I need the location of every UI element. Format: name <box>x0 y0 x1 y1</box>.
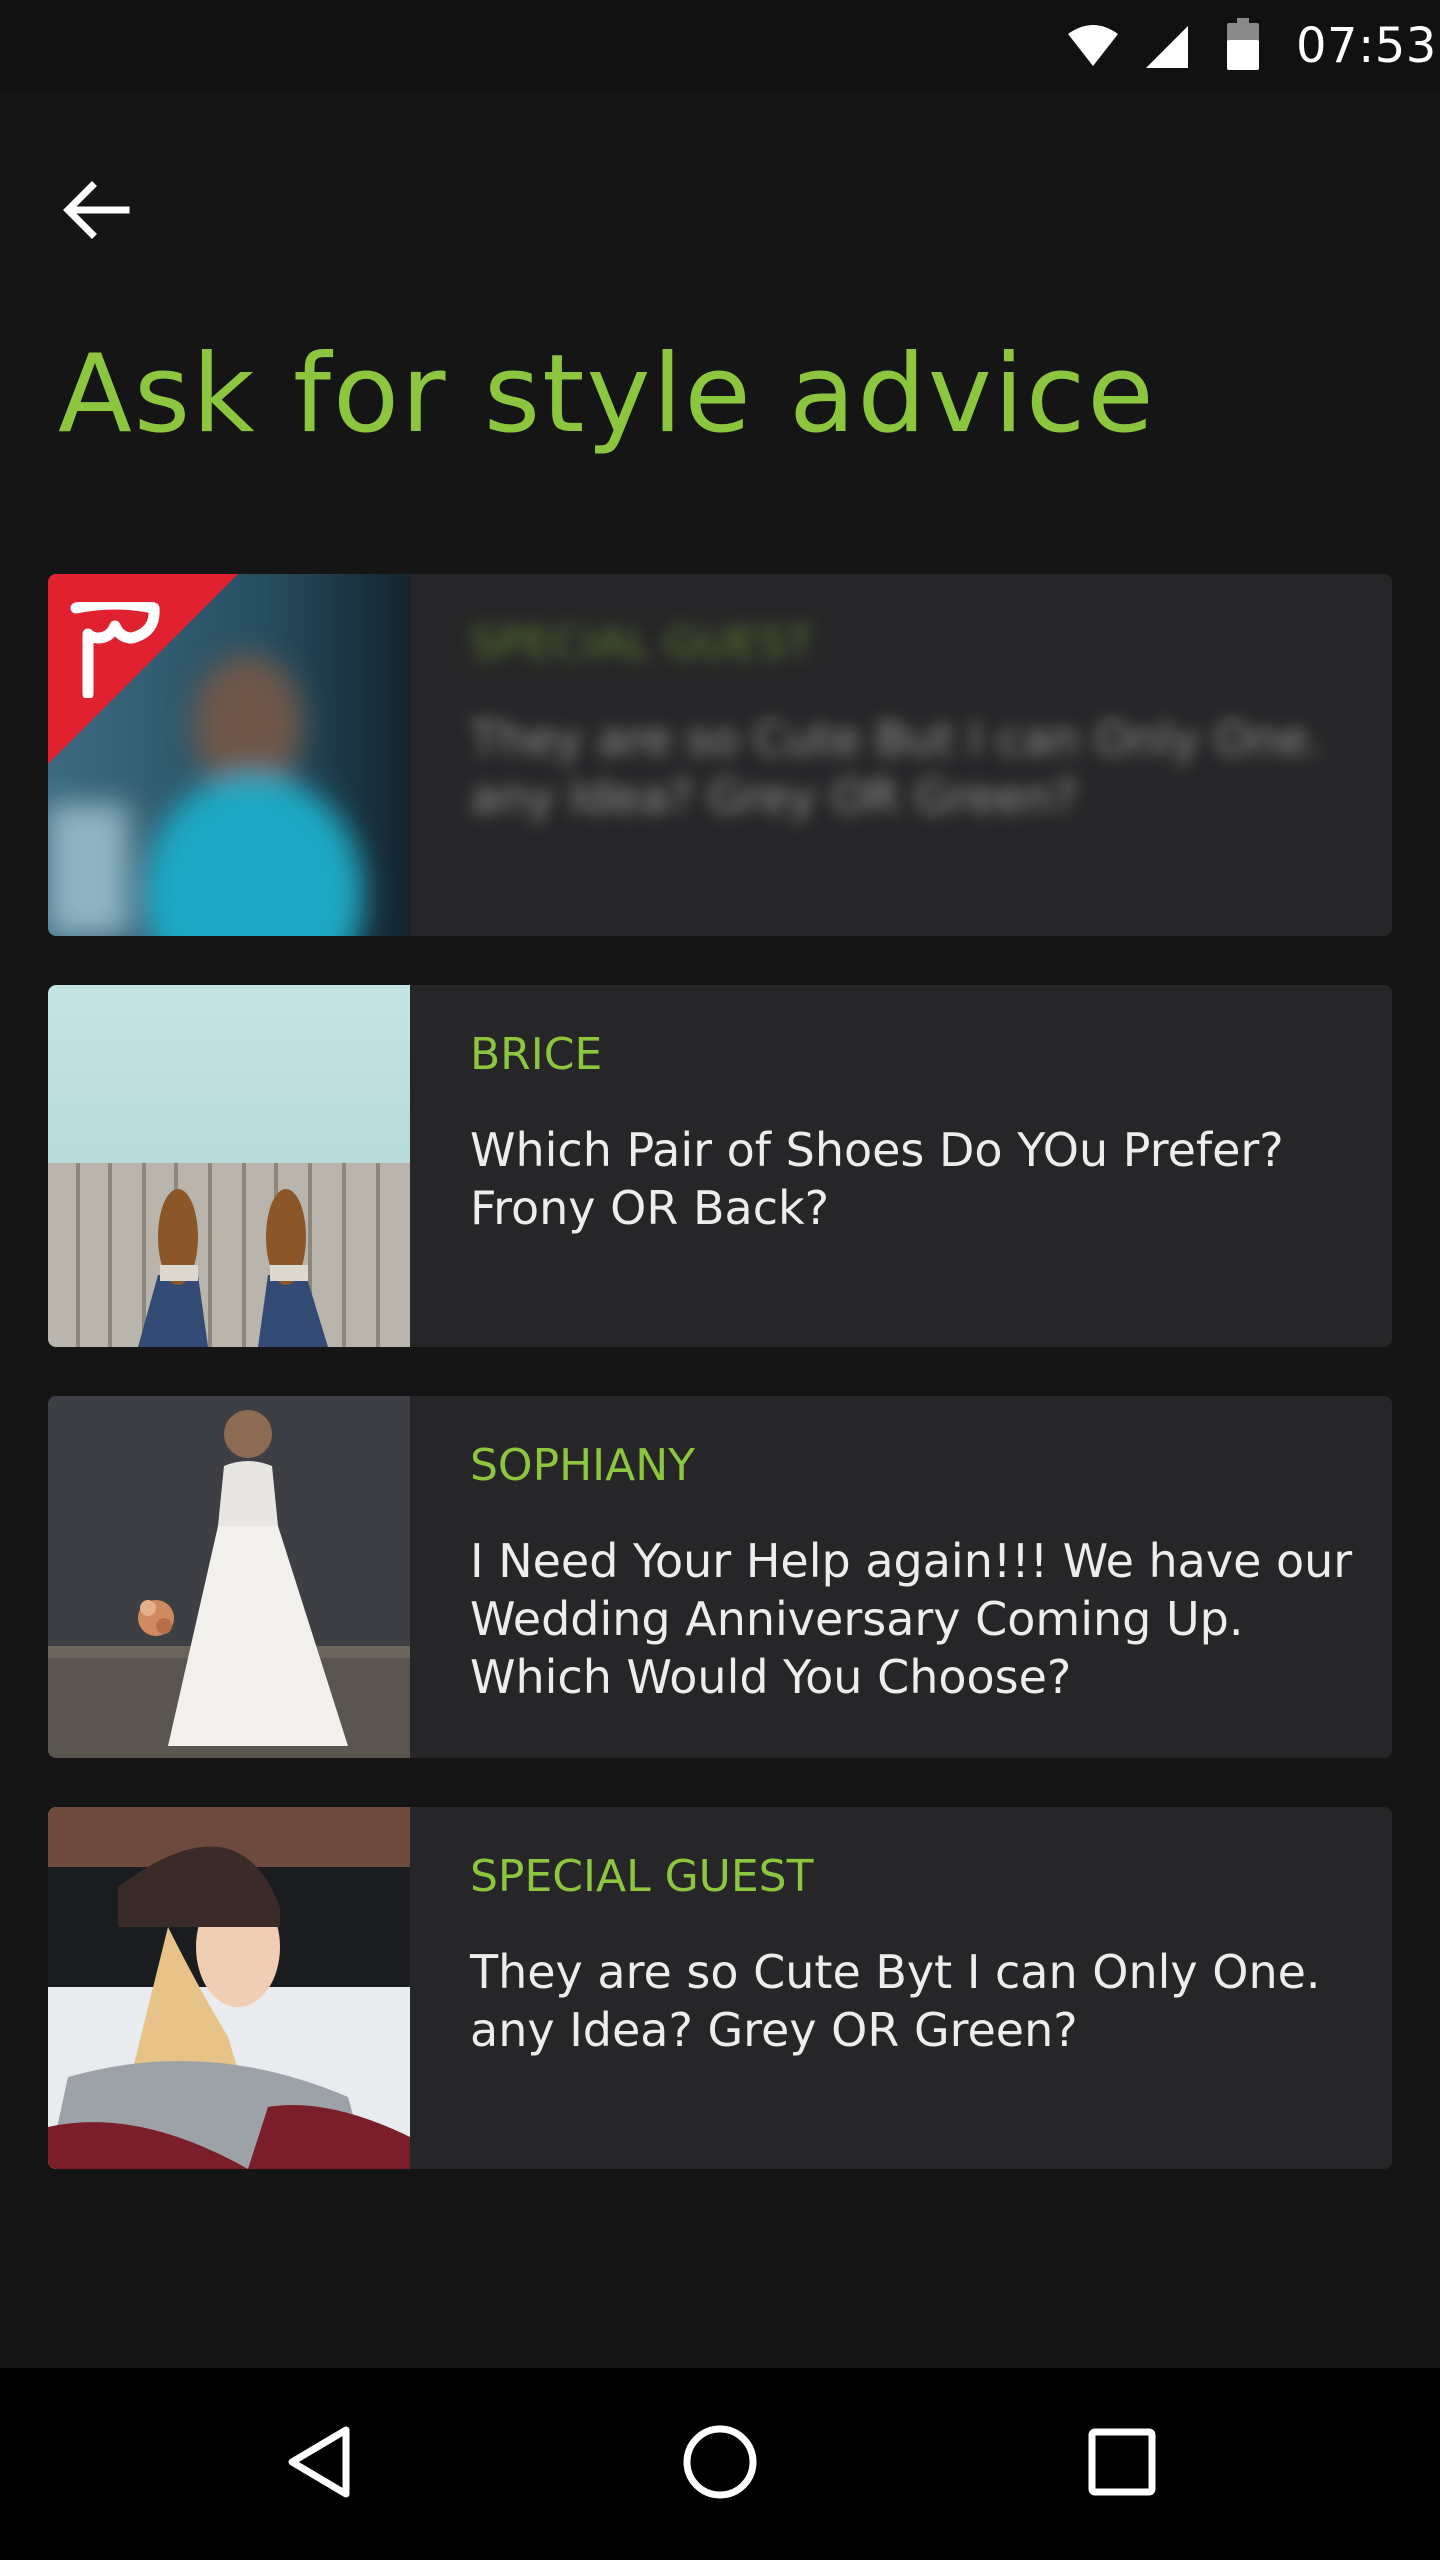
arrow-left-icon <box>62 180 130 244</box>
cell-signal-icon <box>1144 24 1190 74</box>
post-question: Which Pair of Shoes Do YOu Prefer? Frony… <box>470 1123 1284 1235</box>
post-question: They are so Cute Byt I can Only One. any… <box>470 1945 1321 2057</box>
back-triangle-icon <box>280 2422 360 2506</box>
post-card[interactable]: SPECIAL GUEST They are so Cute Byt I can… <box>48 1807 1392 2169</box>
post-author: SOPHIANY <box>470 1440 696 1491</box>
recents-square-icon <box>1082 2422 1162 2506</box>
home-circle-icon <box>680 2422 760 2506</box>
post-thumbnail <box>48 985 410 1347</box>
screen: 07:53 Ask for style advice SPECIAL GUEST… <box>0 0 1440 2560</box>
nav-back-button[interactable] <box>270 2414 370 2514</box>
battery-icon <box>1227 18 1259 74</box>
wifi-icon <box>1066 22 1120 72</box>
navigation-bar <box>0 2368 1440 2560</box>
post-question: I Need Your Help again!!! We have our We… <box>470 1534 1353 1704</box>
post-author: SPECIAL GUEST <box>470 618 814 669</box>
post-question: They are so Cute But I can Only One. any… <box>470 712 1323 824</box>
nav-home-button[interactable] <box>670 2414 770 2514</box>
mask-icon <box>70 598 160 702</box>
post-author: SPECIAL GUEST <box>470 1851 814 1902</box>
nav-recents-button[interactable] <box>1072 2414 1172 2514</box>
post-thumbnail <box>48 1396 410 1758</box>
status-time: 07:53 <box>1296 18 1437 74</box>
post-author: BRICE <box>470 1029 603 1080</box>
back-button[interactable] <box>44 160 148 264</box>
post-card[interactable]: SOPHIANY I Need Your Help again!!! We ha… <box>48 1396 1392 1758</box>
post-thumbnail <box>48 574 410 936</box>
post-card[interactable]: BRICE Which Pair of Shoes Do YOu Prefer?… <box>48 985 1392 1347</box>
post-card[interactable]: SPECIAL GUEST They are so Cute But I can… <box>48 574 1392 936</box>
page-title: Ask for style advice <box>58 332 1156 457</box>
post-thumbnail <box>48 1807 410 2169</box>
status-bar: 07:53 <box>0 0 1440 92</box>
